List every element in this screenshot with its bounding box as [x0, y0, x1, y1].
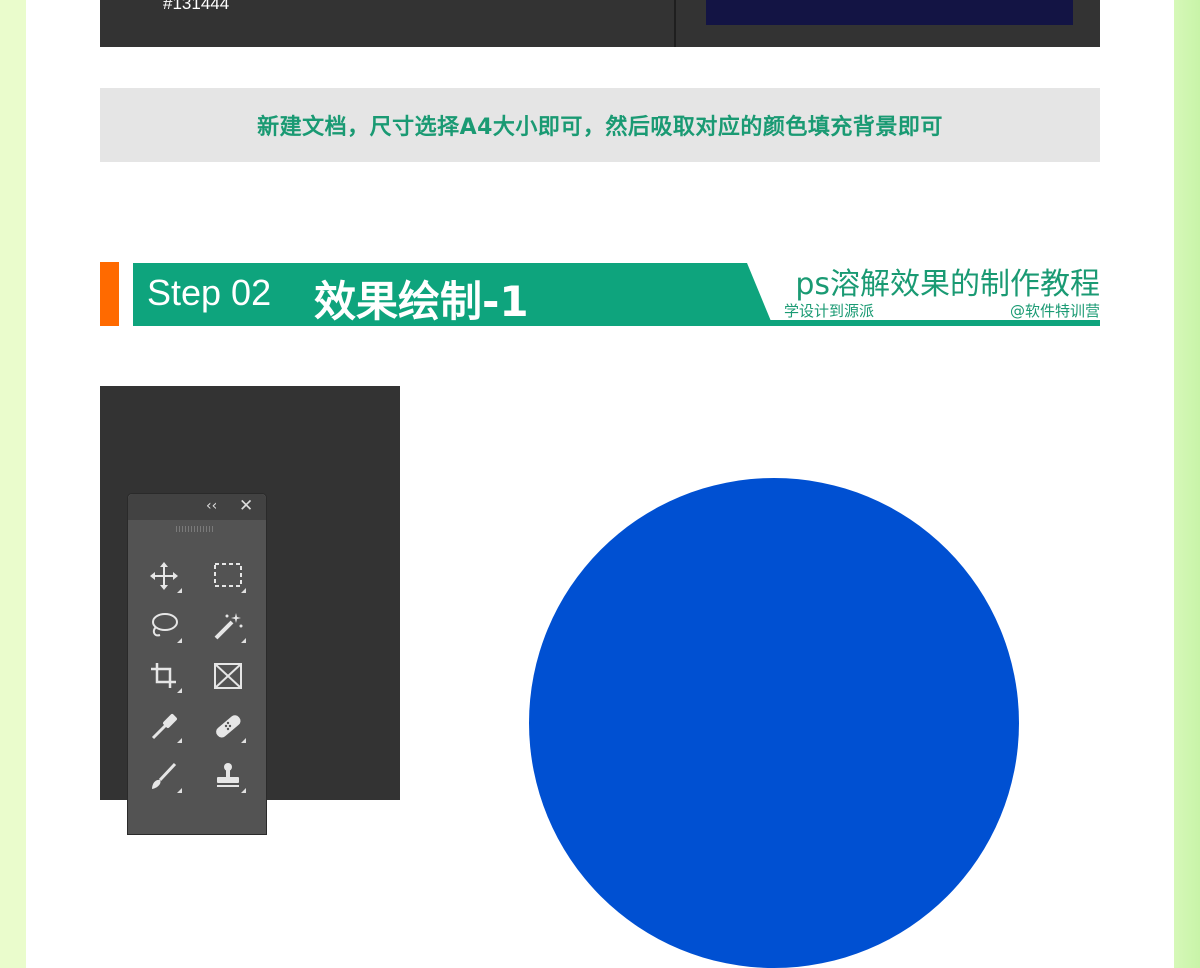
healing-brush-tool[interactable] [206, 706, 250, 746]
course-title: ps溶解效果的制作教程 [795, 267, 1100, 302]
step-title: 效果绘制-1 [314, 277, 529, 326]
submenu-corner [177, 788, 182, 793]
bandage-icon [216, 715, 241, 738]
tools-panel-header[interactable]: ‹‹ ✕ [128, 494, 266, 520]
move-tool[interactable] [142, 556, 186, 596]
crop-tool[interactable] [142, 656, 186, 696]
collapse-icon[interactable]: ‹‹ [206, 498, 217, 514]
instruction-text: 新建文档，尺寸选择A4大小即可，然后吸取对应的颜色填充背景即可 [257, 115, 943, 140]
clone-stamp-tool[interactable] [206, 756, 250, 796]
submenu-corner [241, 638, 246, 643]
submenu-corner [241, 738, 246, 743]
brush-icon [152, 762, 177, 789]
step-number-label: Step 02 [147, 272, 272, 313]
eyedropper-tool[interactable] [142, 706, 186, 746]
document-canvas[interactable] [400, 386, 1100, 968]
stamp-icon [217, 763, 239, 787]
panel-divider [674, 0, 676, 47]
close-icon[interactable]: ✕ [239, 496, 253, 516]
submenu-corner [241, 588, 246, 593]
submenu-corner [177, 738, 182, 743]
frame-icon [214, 663, 242, 689]
color-swatch [706, 0, 1073, 25]
panel-grip[interactable] [176, 526, 214, 532]
lasso-tool[interactable] [142, 606, 186, 646]
photoshop-workspace: ‹‹ ✕ [100, 386, 400, 835]
submenu-corner [177, 688, 182, 693]
color-info-panel: #131444 [100, 0, 674, 47]
lasso-icon [152, 613, 178, 637]
credit-label: @软件特训营 [1009, 302, 1100, 320]
magic-wand-icon [214, 613, 243, 640]
rectangular-marquee-tool[interactable] [206, 556, 250, 596]
tools-panel: ‹‹ ✕ [127, 493, 267, 835]
instruction-banner: 新建文档，尺寸选择A4大小即可，然后吸取对应的颜色填充背景即可 [100, 88, 1100, 162]
submenu-corner [177, 638, 182, 643]
blue-circle-shape[interactable] [529, 478, 1019, 968]
submenu-corner [241, 788, 246, 793]
hex-color-label: #131444 [163, 0, 230, 13]
previous-step-strip: #131444 [100, 0, 1100, 47]
submenu-corner [177, 588, 182, 593]
tagline: 学设计到源派 [784, 302, 875, 320]
magic-wand-tool[interactable] [206, 606, 250, 646]
marquee-icon [214, 563, 242, 587]
crop-icon [151, 663, 176, 688]
brush-tool[interactable] [142, 756, 186, 796]
frame-tool[interactable] [206, 656, 250, 696]
move-icon [150, 562, 178, 590]
eyedropper-icon [151, 714, 177, 740]
step-accent-bar [100, 262, 119, 326]
